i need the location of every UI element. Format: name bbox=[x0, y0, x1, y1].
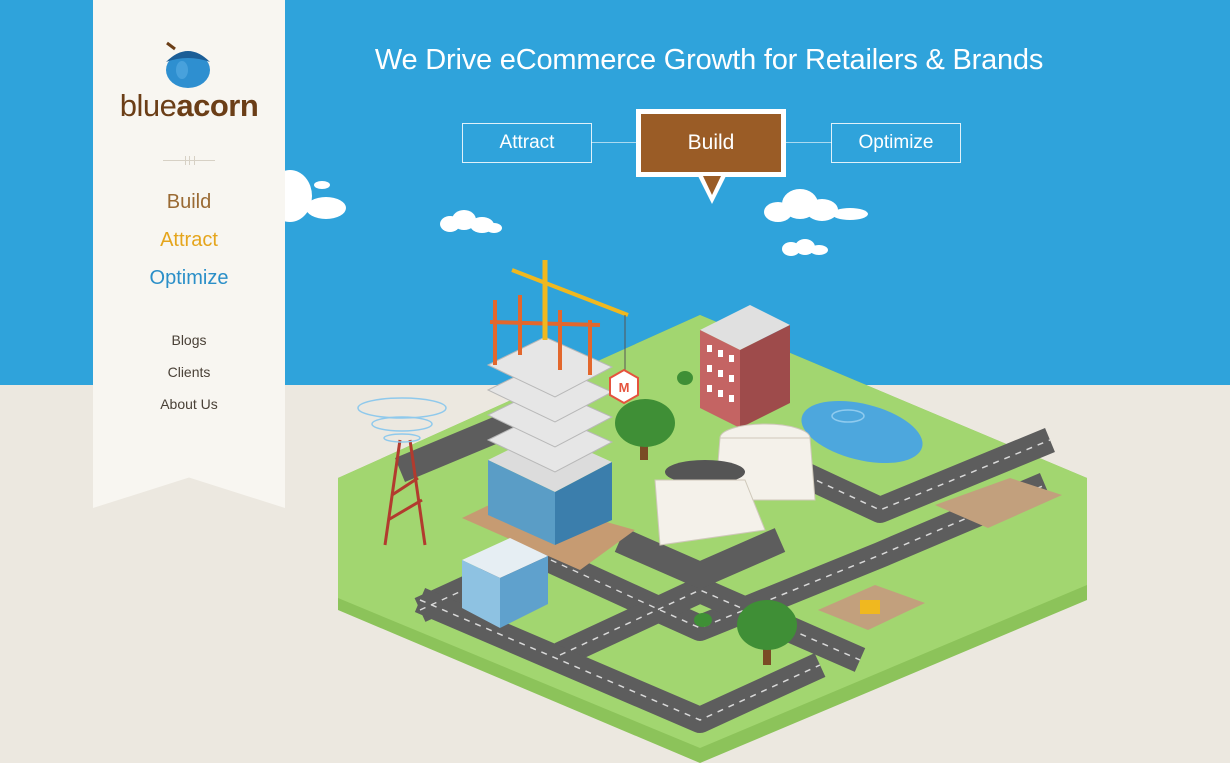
sidebar-item-optimize[interactable]: Optimize bbox=[93, 267, 285, 290]
sidebar-item-attract[interactable]: Attract bbox=[93, 229, 285, 252]
hero-headline: We Drive eCommerce Growth for Retailers … bbox=[374, 44, 1044, 76]
sidebar-link-clients[interactable]: Clients bbox=[93, 364, 285, 380]
tab-build-active[interactable]: Build bbox=[636, 109, 786, 177]
tab-optimize[interactable]: Optimize bbox=[831, 123, 961, 163]
tab-build-label: Build bbox=[641, 114, 781, 172]
sidebar-divider-mark bbox=[185, 156, 195, 165]
brand-wordmark[interactable]: blueacorn bbox=[93, 88, 285, 124]
brand-name-part2: acorn bbox=[176, 88, 259, 123]
isometric-city-illustration: M bbox=[338, 260, 1087, 763]
sidebar-item-build[interactable]: Build bbox=[93, 191, 285, 214]
tab-connector-right bbox=[786, 142, 832, 143]
brand-name-part1: blue bbox=[119, 88, 177, 123]
tab-connector-left bbox=[591, 142, 637, 143]
cloud-icon bbox=[440, 210, 502, 233]
acorn-logo-icon[interactable] bbox=[157, 40, 219, 90]
sidebar-link-about-us[interactable]: About Us bbox=[93, 396, 285, 412]
sidebar-link-blogs[interactable]: Blogs bbox=[93, 332, 285, 348]
cloud-icon bbox=[282, 170, 346, 222]
tab-pointer-inner bbox=[703, 176, 721, 195]
cloud-icon bbox=[764, 189, 868, 222]
svg-text:M: M bbox=[619, 380, 630, 395]
tab-attract[interactable]: Attract bbox=[462, 123, 592, 163]
sidebar-ribbon: blueacorn Build Attract Optimize Blogs C… bbox=[93, 0, 285, 508]
